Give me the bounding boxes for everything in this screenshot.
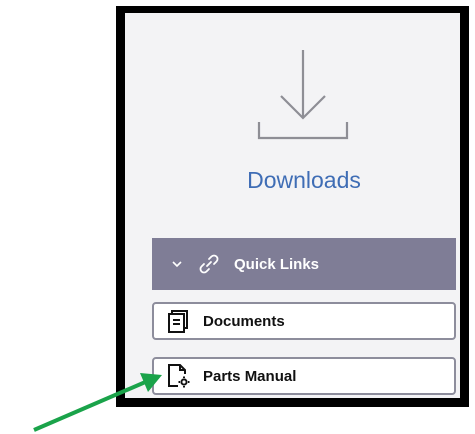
quick-links-header[interactable]: Quick Links	[152, 238, 456, 290]
parts-manual-label: Parts Manual	[203, 367, 297, 385]
parts-manual-icon	[168, 364, 190, 388]
quick-links-label: Quick Links	[234, 255, 320, 273]
download-icon	[257, 50, 349, 140]
screenshot-stage: Downloads Quick Links Documents Parts Ma…	[0, 0, 475, 434]
parts-manual-button[interactable]: Parts Manual	[152, 357, 456, 395]
downloads-title[interactable]: Downloads	[222, 164, 386, 196]
documents-icon	[168, 310, 188, 333]
chevron-down-icon	[172, 261, 182, 268]
link-icon	[199, 254, 219, 274]
documents-label: Documents	[203, 312, 285, 330]
documents-button[interactable]: Documents	[152, 302, 456, 340]
